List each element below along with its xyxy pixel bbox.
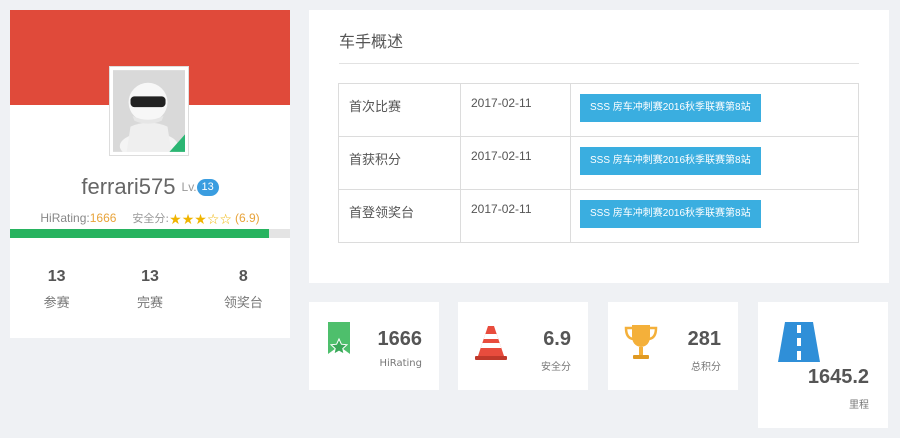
safety-label: 安全分: — [132, 212, 170, 225]
race-stats: 13 参赛 13 完赛 8 领奖台 — [10, 268, 290, 318]
row-event-cell: SSS 房车冲刺赛2016秋季联赛第8站 — [570, 189, 859, 243]
table-row: 首登领奖台 2017-02-11 SSS 房车冲刺赛2016秋季联赛第8站 — [338, 189, 859, 243]
avatar[interactable] — [109, 66, 189, 156]
stat-podiums: 8 领奖台 — [197, 268, 290, 318]
row-label: 首次比赛 — [338, 83, 461, 137]
table-row: 首次比赛 2017-02-11 SSS 房车冲刺赛2016秋季联赛第8站 — [338, 83, 859, 137]
stat-races-finished: 13 完赛 — [103, 268, 196, 318]
stat-value: 13 — [141, 268, 159, 285]
hirating-value: 1666 — [89, 211, 117, 225]
driver-profile-card: ferrari575 Lv. 13 HiRating:1666 安全分:★★★☆☆ (6… — [10, 10, 290, 338]
metric-label: HiRating — [379, 358, 422, 369]
metric-value: 6.9 — [543, 328, 571, 350]
metric-value: 1645.2 — [807, 366, 869, 388]
row-label: 首登领奖台 — [338, 189, 461, 243]
metric-card-safety: 6.9 安全分 — [458, 302, 588, 390]
trophy-icon — [624, 322, 658, 362]
row-event-cell: SSS 房车冲刺赛2016秋季联赛第8站 — [570, 83, 859, 137]
driver-overview-card: 车手概述 首次比赛 2017-02-11 SSS 房车冲刺赛2016秋季联赛第8… — [309, 10, 889, 283]
row-label: 首获积分 — [338, 136, 461, 190]
event-link-button[interactable]: SSS 房车冲刺赛2016秋季联赛第8站 — [580, 94, 761, 122]
safety-stars: ★★★☆☆ — [169, 213, 232, 227]
hirating-label: HiRating: — [40, 211, 90, 225]
ribbon-badge-icon — [325, 322, 359, 362]
road-icon — [778, 322, 820, 362]
row-date: 2017-02-11 — [460, 189, 571, 243]
metric-value: 1666 — [377, 328, 423, 350]
overview-divider — [339, 63, 859, 64]
stat-value: 8 — [238, 268, 248, 285]
level-label: Lv. — [181, 180, 197, 194]
metric-card-hirating: 1666 HiRating — [309, 302, 439, 390]
stat-races-entered: 13 参赛 — [10, 268, 103, 318]
level-progress-fill — [10, 229, 269, 238]
metric-card-mileage: 1645.2 里程 — [758, 302, 888, 428]
event-link-button[interactable]: SSS 房车冲刺赛2016秋季联赛第8站 — [580, 200, 761, 228]
star-icon: ★ — [194, 212, 207, 228]
row-date: 2017-02-11 — [460, 136, 571, 190]
traffic-cone-icon — [474, 322, 508, 362]
helmet-driver-avatar-icon — [113, 70, 185, 152]
stat-value: 13 — [47, 268, 66, 285]
row-date: 2017-02-11 — [460, 83, 571, 137]
metric-label: 里程 — [849, 400, 869, 411]
metric-label: 总积分 — [691, 362, 721, 373]
table-row: 首获积分 2017-02-11 SSS 房车冲刺赛2016秋季联赛第8站 — [338, 136, 859, 190]
star-outline-icon: ☆ — [219, 212, 232, 228]
username-row: ferrari575 Lv. 13 — [10, 174, 290, 200]
overview-table: 首次比赛 2017-02-11 SSS 房车冲刺赛2016秋季联赛第8站 首获积… — [338, 83, 859, 243]
row-event-cell: SSS 房车冲刺赛2016秋季联赛第8站 — [570, 136, 859, 190]
level-badge: 13 — [196, 178, 219, 196]
rating-row: HiRating:1666 安全分:★★★☆☆ (6.9) — [10, 210, 290, 227]
star-icon: ★ — [169, 212, 182, 228]
safety-score: (6.9) — [234, 211, 260, 225]
metric-card-points: 281 总积分 — [608, 302, 738, 390]
metric-label: 安全分 — [541, 362, 571, 373]
username: ferrari575 — [81, 174, 176, 199]
stat-label: 领奖台 — [223, 296, 263, 311]
level-progress-bar — [10, 229, 290, 238]
star-icon: ★ — [181, 212, 195, 228]
metric-value: 281 — [687, 328, 721, 350]
star-outline-icon: ☆ — [206, 212, 220, 228]
event-link-button[interactable]: SSS 房车冲刺赛2016秋季联赛第8站 — [580, 147, 761, 175]
overview-title: 车手概述 — [339, 32, 404, 51]
stat-label: 完赛 — [136, 296, 163, 311]
stat-label: 参赛 — [43, 296, 70, 311]
